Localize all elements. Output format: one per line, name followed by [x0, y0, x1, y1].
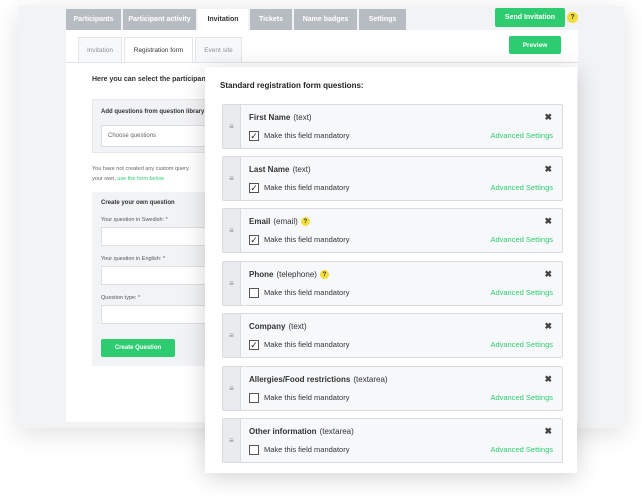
standard-questions-title: Standard registration form questions: — [220, 81, 364, 90]
question-name: Phone (telephone)? — [249, 270, 329, 279]
drag-handle-icon[interactable]: ≡ — [223, 419, 241, 462]
create-question-button[interactable]: Create Question — [101, 339, 175, 357]
drag-handle-icon[interactable]: ≡ — [223, 105, 241, 148]
tab-participants[interactable]: Participants — [66, 9, 121, 30]
english-question-input[interactable] — [101, 266, 216, 285]
mandatory-checkbox[interactable] — [249, 393, 259, 403]
advanced-settings-link[interactable]: Advanced Settings — [490, 183, 553, 192]
advanced-settings-link[interactable]: Advanced Settings — [490, 340, 553, 349]
question-type: (textarea) — [319, 427, 354, 436]
subtab-invitation[interactable]: Invitation — [78, 37, 122, 62]
question-name: First Name (text) — [249, 113, 312, 122]
advanced-settings-link[interactable]: Advanced Settings — [490, 445, 553, 454]
question-title: First Name — [249, 113, 291, 122]
close-icon[interactable]: ✖ — [544, 164, 552, 175]
subtab-event-site[interactable]: Event site — [195, 37, 242, 62]
question-card: ≡ Other information (textarea) ✖ Make this f… — [222, 418, 563, 463]
question-card: ≡ Company (text) ✖ ✓ Make this field mandator… — [222, 313, 563, 358]
tab-name-badges[interactable]: Name badges — [294, 9, 357, 30]
question-name: Other information (textarea) — [249, 427, 354, 436]
divider — [66, 62, 578, 63]
question-type: (telephone) — [276, 270, 317, 279]
close-icon[interactable]: ✖ — [544, 321, 552, 332]
tab-settings[interactable]: Settings — [359, 9, 406, 30]
close-icon[interactable]: ✖ — [544, 426, 552, 437]
top-tab-bar: Participants Participant activity Invita… — [66, 9, 408, 30]
preview-button[interactable]: Preview — [509, 36, 561, 54]
mandatory-label: Make this field mandatory — [264, 393, 350, 402]
drag-handle-icon[interactable]: ≡ — [223, 367, 241, 410]
subtab-registration-form[interactable]: Registration form — [124, 37, 193, 62]
no-custom-line1: You have not created any custom query. — [92, 166, 190, 172]
drag-handle-icon[interactable]: ≡ — [223, 157, 241, 200]
question-title: Other information — [249, 427, 317, 436]
question-card: ≡ Phone (telephone)? ✖ Make this field manda… — [222, 261, 563, 306]
help-icon[interactable]: ? — [319, 270, 329, 279]
use-form-link[interactable]: use the form below — [117, 176, 163, 182]
question-title: Phone — [249, 270, 274, 279]
question-name: Allergies/Food restrictions (textarea) — [249, 375, 388, 384]
close-icon[interactable]: ✖ — [544, 112, 552, 123]
question-card: ≡ First Name (text) ✖ ✓ Make this field manda… — [222, 104, 563, 149]
send-invitation-button[interactable]: Send Invitation — [495, 8, 565, 27]
mandatory-label: Make this field mandatory — [264, 288, 350, 297]
close-icon[interactable]: ✖ — [544, 374, 552, 385]
close-icon[interactable]: ✖ — [544, 269, 552, 280]
advanced-settings-link[interactable]: Advanced Settings — [490, 235, 553, 244]
swedish-question-input[interactable] — [101, 227, 216, 246]
mandatory-checkbox[interactable]: ✓ — [249, 131, 259, 141]
question-library-box: Add questions from question library: Cho… — [92, 99, 216, 153]
english-label: Your question in English: * — [101, 256, 166, 262]
intro-text: Here you can select the participant — [92, 76, 208, 83]
library-label: Add questions from question library: — [101, 109, 207, 115]
advanced-settings-link[interactable]: Advanced Settings — [490, 131, 553, 140]
question-name: Company (text) — [249, 322, 307, 331]
sub-tab-bar: Invitation Registration form Event site — [78, 37, 244, 62]
question-type: (text) — [293, 113, 312, 122]
tab-invitation[interactable]: Invitation — [198, 9, 248, 30]
question-title: Allergies/Food restrictions — [249, 375, 351, 384]
no-custom-line2: your own, use the form below — [92, 174, 190, 184]
question-title: Email — [249, 217, 271, 226]
mandatory-label: Make this field mandatory — [264, 340, 350, 349]
swedish-label: Your question in Swedish: * — [101, 217, 168, 223]
question-title: Last Name — [249, 165, 290, 174]
mandatory-checkbox[interactable] — [249, 445, 259, 455]
mandatory-label: Make this field mandatory — [264, 235, 350, 244]
help-icon[interactable]: ? — [300, 217, 310, 226]
question-type: (text) — [292, 165, 311, 174]
question-card: ≡ Email (email)? ✖ ✓ Make this field mandator… — [222, 208, 563, 253]
mandatory-checkbox[interactable] — [249, 288, 259, 298]
help-icon[interactable]: ? — [567, 12, 578, 23]
mandatory-label: Make this field mandatory — [264, 445, 350, 454]
mandatory-label: Make this field mandatory — [264, 183, 350, 192]
own-question-title: Create your own question — [101, 200, 175, 206]
mandatory-checkbox[interactable]: ✓ — [249, 183, 259, 193]
drag-handle-icon[interactable]: ≡ — [223, 262, 241, 305]
no-custom-prefix: your own, — [92, 176, 118, 182]
mandatory-checkbox[interactable]: ✓ — [249, 235, 259, 245]
drag-handle-icon[interactable]: ≡ — [223, 314, 241, 357]
tab-participant-activity[interactable]: Participant activity — [123, 9, 196, 30]
question-name: Email (email)? — [249, 217, 310, 226]
question-card: ≡ Last Name (text) ✖ ✓ Make this field mandat… — [222, 156, 563, 201]
advanced-settings-link[interactable]: Advanced Settings — [490, 393, 553, 402]
question-type: (textarea) — [353, 375, 388, 384]
type-label: Question type: * — [101, 295, 141, 301]
choose-questions-select[interactable]: Choose questions — [101, 125, 216, 147]
question-name: Last Name (text) — [249, 165, 311, 174]
mandatory-label: Make this field mandatory — [264, 131, 350, 140]
mandatory-checkbox[interactable]: ✓ — [249, 340, 259, 350]
tab-tickets[interactable]: Tickets — [250, 9, 292, 30]
drag-handle-icon[interactable]: ≡ — [223, 209, 241, 252]
question-type-select[interactable] — [101, 305, 216, 324]
advanced-settings-link[interactable]: Advanced Settings — [490, 288, 553, 297]
question-type: (email) — [273, 217, 298, 226]
close-icon[interactable]: ✖ — [544, 216, 552, 227]
no-custom-notice: You have not created any custom query. y… — [92, 164, 190, 184]
question-type: (text) — [288, 322, 307, 331]
question-title: Company — [249, 322, 286, 331]
standard-questions-panel: Standard registration form questions: ≡ F… — [205, 67, 577, 473]
question-card: ≡ Allergies/Food restrictions (textarea) ✖ M… — [222, 366, 563, 411]
